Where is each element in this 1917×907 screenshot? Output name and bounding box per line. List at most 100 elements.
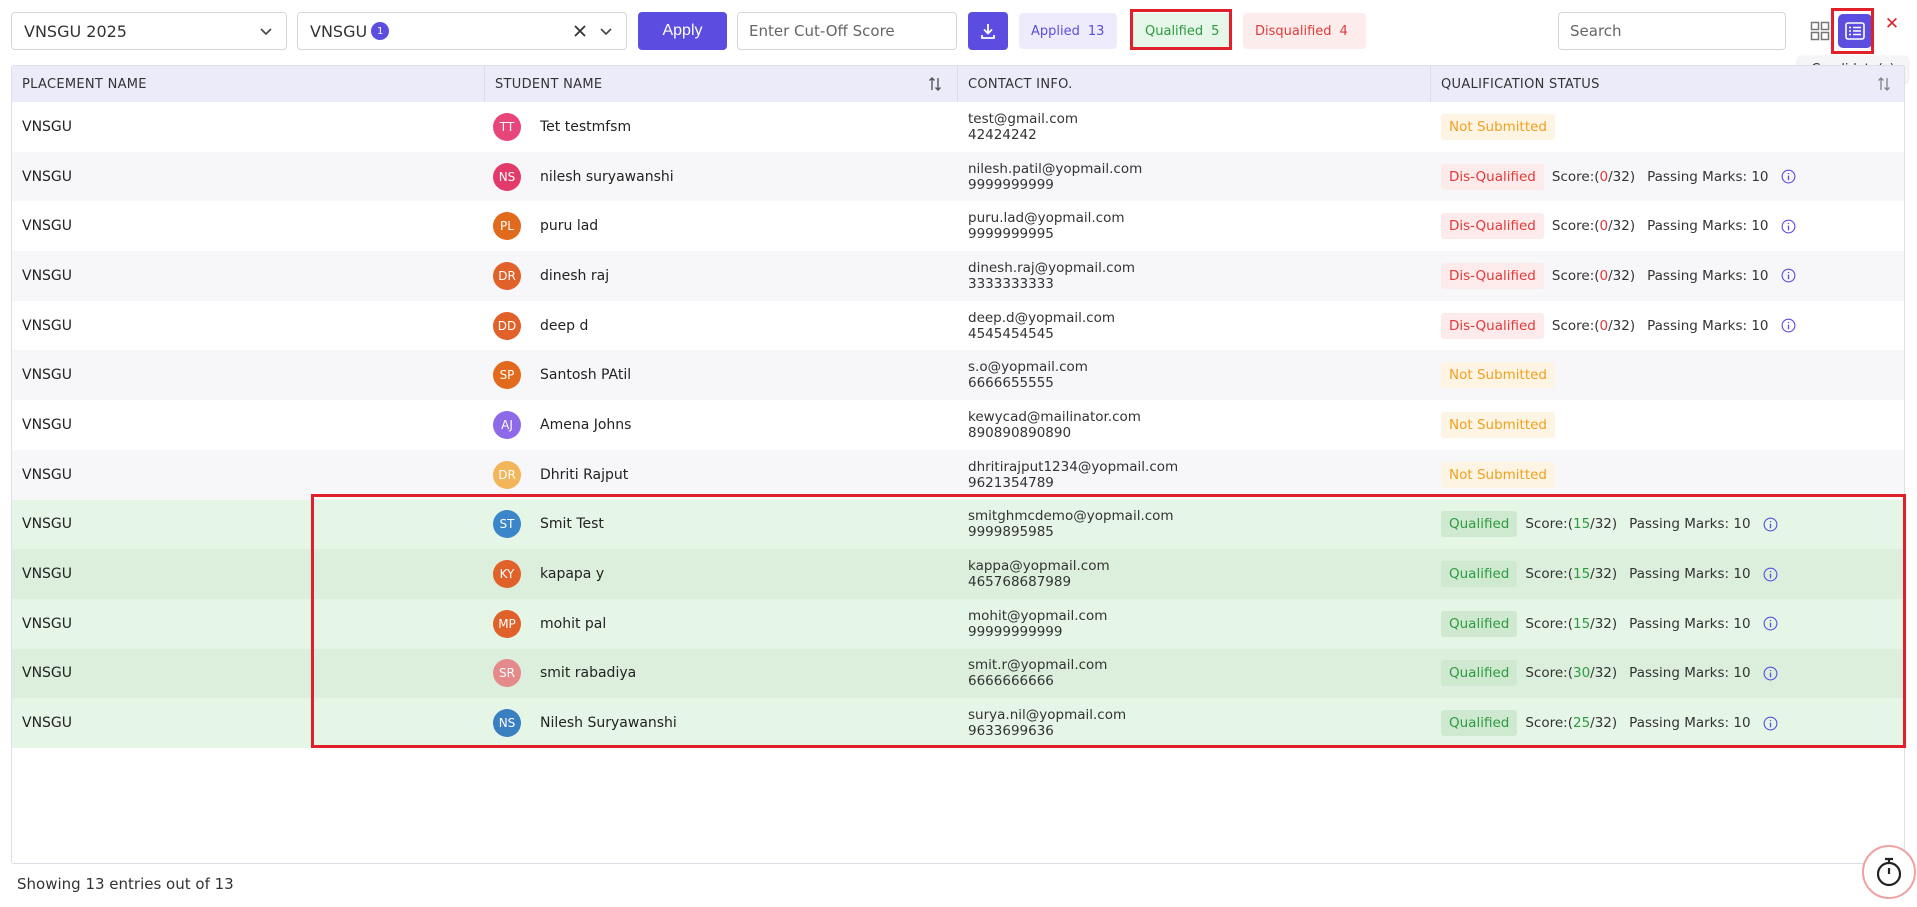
score-suffix: /32): [1608, 168, 1636, 185]
score-prefix: Score:(: [1551, 168, 1600, 185]
placement-name-cell: VNSGU: [22, 218, 73, 235]
avatar: DR: [493, 261, 521, 290]
list-view-highlight-box: [1831, 8, 1874, 54]
applied-filter-chip[interactable]: Applied 13: [1019, 13, 1117, 49]
cutoff-score-input[interactable]: [737, 12, 957, 50]
table-row[interactable]: VNSGU PL puru lad puru.lad@yopmail.com 99999…: [12, 201, 1904, 252]
contact-info-cell: dinesh.raj@yopmail.com 3333333333: [958, 251, 1431, 301]
search-input[interactable]: [1558, 12, 1786, 50]
chevron-down-icon[interactable]: [598, 23, 614, 39]
table-row[interactable]: VNSGU DD deep d deep.d@yopmail.com 454545454…: [12, 300, 1904, 351]
info-icon[interactable]: [1781, 268, 1797, 284]
applied-count: 13: [1087, 23, 1105, 39]
download-button[interactable]: [968, 12, 1008, 50]
student-name: puru lad: [540, 218, 599, 235]
contact-phone: 9621354789: [968, 474, 1054, 491]
entries-summary: Showing 13 entries out of 13: [17, 875, 234, 893]
grid-icon: [1810, 21, 1830, 41]
contact-email: dhritirajput1234@yopmail.com: [968, 458, 1179, 475]
placement-name-cell: VNSGU: [22, 267, 73, 284]
apply-button[interactable]: Apply: [638, 12, 727, 50]
info-icon[interactable]: [1781, 318, 1797, 334]
contact-phone: 9999999999: [968, 176, 1054, 193]
score-value: 0: [1599, 168, 1609, 185]
student-name: Santosh PAtil: [540, 367, 632, 384]
close-icon[interactable]: ✕: [1880, 12, 1904, 36]
status-badge: Dis-Qualified: [1441, 213, 1544, 240]
student-name-cell: NS nilesh suryawanshi: [485, 152, 958, 202]
student-name-cell: SP Santosh PAtil: [485, 350, 958, 400]
table-row[interactable]: VNSGU DR dinesh raj dinesh.raj@yopmail.com 3…: [12, 251, 1904, 301]
clear-icon[interactable]: [570, 21, 590, 41]
qualification-status-cell: Not Submitted: [1431, 102, 1904, 152]
avatar: SP: [493, 361, 521, 390]
sort-icon[interactable]: [1876, 75, 1892, 93]
table-row[interactable]: VNSGU AJ Amena Johns kewycad@mailinator.com…: [12, 400, 1904, 450]
passing-marks: Passing Marks: 10: [1647, 267, 1769, 284]
placement-select-value: VNSGU 2025: [24, 21, 127, 41]
qualified-highlight-box: [1130, 9, 1232, 50]
header-contact-info[interactable]: CONTACT INFO.: [958, 66, 1431, 102]
table-header: PLACEMENT NAME STUDENT NAME CONTACT INFO…: [12, 66, 1904, 102]
download-icon: [981, 24, 995, 39]
table-row[interactable]: VNSGU SP Santosh PAtil s.o@yopmail.com 66666…: [12, 350, 1904, 401]
score-suffix: /32): [1608, 218, 1636, 235]
table-row[interactable]: VNSGU NS nilesh suryawanshi nilesh.patil@yo…: [12, 151, 1904, 202]
student-name: Amena Johns: [540, 416, 632, 433]
header-student-name-label: STUDENT NAME: [495, 76, 603, 92]
chevron-down-icon: [258, 23, 274, 39]
college-count-badge: 1: [371, 22, 390, 40]
student-name-cell: DR dinesh raj: [485, 251, 958, 301]
student-name-cell: DR Dhriti Rajput: [485, 450, 958, 500]
placement-name-cell: VNSGU: [22, 168, 73, 185]
info-icon[interactable]: [1781, 169, 1797, 185]
avatar: TT: [493, 112, 521, 141]
contact-email: nilesh.patil@yopmail.com: [968, 160, 1143, 177]
score-value: 0: [1599, 267, 1609, 284]
contact-info-cell: dhritirajput1234@yopmail.com 9621354789: [958, 450, 1431, 500]
placement-name-cell: VNSGU: [22, 416, 73, 433]
contact-info-cell: test@gmail.com 42424242: [958, 102, 1431, 152]
table-row[interactable]: VNSGU TT Tet testmfsm test@gmail.com 4242424…: [12, 102, 1904, 152]
placement-name-cell: VNSGU: [22, 317, 73, 334]
placement-select[interactable]: VNSGU 2025: [11, 12, 287, 50]
score-suffix: /32): [1608, 267, 1636, 284]
header-qualification-status-label: QUALIFICATION STATUS: [1441, 76, 1600, 92]
passing-marks: Passing Marks: 10: [1647, 317, 1769, 334]
timer-button[interactable]: [1862, 845, 1916, 899]
score-value: 0: [1599, 218, 1609, 235]
student-name-cell: DD deep d: [485, 301, 958, 351]
disqualified-filter-chip[interactable]: Disqualified 4: [1243, 13, 1366, 49]
student-name: dinesh raj: [540, 267, 610, 284]
status-badge: Not Submitted: [1441, 362, 1556, 389]
avatar: DR: [493, 460, 521, 489]
contact-info-cell: puru.lad@yopmail.com 9999999995: [958, 201, 1431, 251]
qualified-rows-highlight-box: [311, 494, 1906, 748]
college-select[interactable]: VNSGU 1: [297, 12, 627, 50]
contact-phone: 3333333333: [968, 275, 1054, 292]
status-badge: Not Submitted: [1441, 113, 1556, 140]
college-select-value: VNSGU: [310, 21, 368, 41]
qualification-status-cell: Not Submitted: [1431, 450, 1904, 500]
info-icon[interactable]: [1781, 218, 1797, 234]
disqualified-count: 4: [1339, 23, 1348, 39]
qualification-status-cell: Not Submitted: [1431, 350, 1904, 400]
table-row[interactable]: VNSGU DR Dhriti Rajput dhritirajput1234@yop…: [12, 449, 1904, 500]
header-placement-name[interactable]: PLACEMENT NAME: [12, 66, 485, 102]
contact-info-cell: s.o@yopmail.com 6666655555: [958, 350, 1431, 400]
score-value: 0: [1599, 317, 1609, 334]
passing-marks: Passing Marks: 10: [1647, 168, 1769, 185]
status-badge: Dis-Qualified: [1441, 312, 1544, 339]
contact-phone: 890890890890: [968, 424, 1072, 441]
qualification-status-cell: Dis-Qualified Score:(0/32) Passing Marks: …: [1431, 152, 1904, 202]
passing-marks: Passing Marks: 10: [1647, 218, 1769, 235]
header-student-name[interactable]: STUDENT NAME: [485, 66, 958, 102]
sort-icon[interactable]: [927, 75, 943, 93]
status-badge: Dis-Qualified: [1441, 262, 1544, 289]
contact-email: test@gmail.com: [968, 110, 1079, 127]
header-qualification-status[interactable]: QUALIFICATION STATUS: [1431, 66, 1904, 102]
avatar: AJ: [493, 410, 521, 439]
score-text: Score:(0/32): [1552, 169, 1635, 185]
avatar: PL: [493, 212, 521, 241]
contact-email: deep.d@yopmail.com: [968, 309, 1115, 326]
